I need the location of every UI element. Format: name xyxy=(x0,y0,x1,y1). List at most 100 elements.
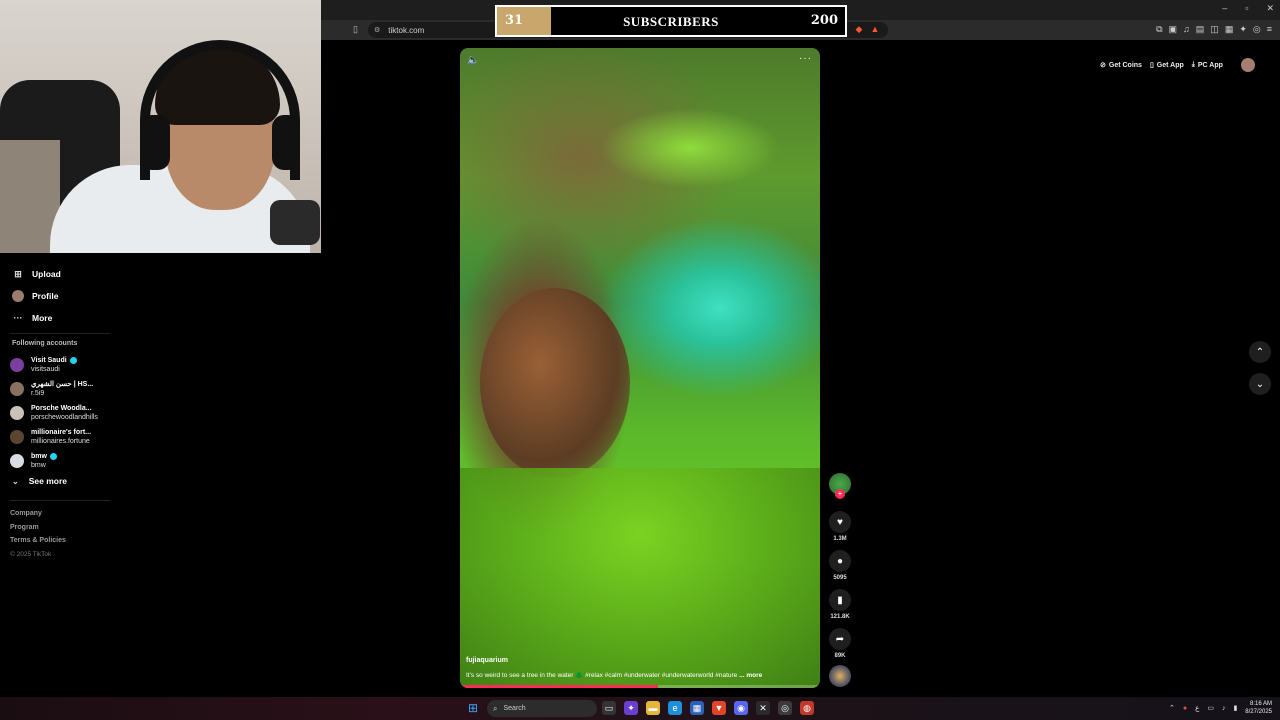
screenshot-icon[interactable]: ▣ xyxy=(1169,24,1178,35)
video-progress-bar[interactable] xyxy=(460,685,820,688)
footer-link-terms[interactable]: Terms & Policies xyxy=(10,537,66,551)
network-icon[interactable]: ▭ xyxy=(1207,704,1214,712)
file-explorer-icon[interactable]: ▬ xyxy=(646,701,660,715)
extensions-icon[interactable]: ⧉ xyxy=(1156,24,1162,35)
video-author[interactable]: fujiaquarium xyxy=(466,657,508,664)
sidebar-icon[interactable]: ▤ xyxy=(1196,24,1205,35)
brave-rewards-icon[interactable]: ▲ xyxy=(870,24,879,35)
caption-more-link[interactable]: ... more xyxy=(739,672,762,679)
share-button[interactable]: ➦ 89K xyxy=(829,628,851,659)
creator-avatar[interactable]: + xyxy=(829,473,851,499)
minimize-button[interactable]: – xyxy=(1222,3,1227,14)
profile-avatar[interactable] xyxy=(1240,58,1255,72)
phone-icon: ▯ xyxy=(1149,62,1154,69)
brave-icon[interactable]: ▼ xyxy=(712,701,726,715)
footer-link-company[interactable]: Company xyxy=(10,510,66,524)
edge-icon[interactable]: e xyxy=(668,701,682,715)
heart-icon: ♥ xyxy=(829,511,851,533)
following-account[interactable]: Porsche Woodla... porschewoodlandhills xyxy=(10,401,98,425)
chevron-down-icon: ⌄ xyxy=(12,476,19,486)
vpn-icon[interactable]: ◎ xyxy=(1253,24,1261,35)
taskbar-clock[interactable]: 8:16 AM 8/27/2025 xyxy=(1245,700,1272,716)
get-coins-button[interactable]: ⊘ Get Coins xyxy=(1100,61,1142,70)
chevron-up-icon: ⌃ xyxy=(1255,346,1265,358)
pc-app-button[interactable]: ⤓ PC App xyxy=(1192,61,1223,69)
sidebar-footer: Company Program Terms & Policies © 2025 … xyxy=(10,510,66,564)
next-video-button[interactable]: ⌄ xyxy=(1249,373,1271,395)
video-caption-text: It's so weird to see a tree in the water… xyxy=(466,672,738,679)
bookmark-icon[interactable]: ▯ xyxy=(353,24,358,35)
following-account[interactable]: Visit Saudi visitsaudi xyxy=(10,353,98,377)
music-disc-icon[interactable] xyxy=(829,665,851,687)
restore-button[interactable]: ▫ xyxy=(1245,3,1248,14)
subscriber-target: 200 xyxy=(810,13,838,28)
clock-time: 8:16 AM xyxy=(1249,701,1272,707)
following-accounts-list: Visit Saudi visitsaudi حسن الشهري | HS..… xyxy=(10,353,98,473)
windows-start-icon[interactable]: ⊞ xyxy=(468,701,478,715)
webcam-feed xyxy=(0,0,321,253)
system-tray: ⌃ ● ع ▭ ♪ ▮ 8:16 AM 8/27/2025 xyxy=(1169,700,1272,716)
account-avatar xyxy=(10,406,24,420)
microphone-icon xyxy=(270,200,320,245)
address-url: tiktok.com xyxy=(388,25,425,35)
more-options-icon[interactable]: ··· xyxy=(799,53,812,64)
account-avatar xyxy=(10,358,24,372)
like-count: 1.3M xyxy=(833,536,847,542)
account-handle: millionaires.fortune xyxy=(31,438,90,445)
music-icon[interactable]: ♫ xyxy=(1183,24,1190,35)
chrome-icon[interactable]: ◍ xyxy=(800,701,814,715)
following-account[interactable]: millionaire's fort... millionaires.fortu… xyxy=(10,425,98,449)
taskbar-apps: ▭ ✦ ▬ e ▦ ▼ ◉ ✕ ◎ ◍ xyxy=(602,701,814,715)
footer-link-program[interactable]: Program xyxy=(10,524,66,538)
sidebar-item-upload[interactable]: ⊞ Upload xyxy=(12,263,61,285)
tray-chevron-icon[interactable]: ⌃ xyxy=(1169,704,1175,712)
speaker-icon[interactable]: ♪ xyxy=(1222,705,1226,712)
subscriber-title: SUBSCRIBERS xyxy=(623,14,719,29)
battery-icon[interactable]: ▮ xyxy=(1233,704,1237,712)
terminal-icon[interactable]: ✕ xyxy=(756,701,770,715)
search-icon: ⌕ xyxy=(493,703,498,713)
chevron-down-icon: ⌄ xyxy=(1255,378,1265,390)
account-handle: visitsaudi xyxy=(31,366,60,373)
split-view-icon[interactable]: ◫ xyxy=(1210,24,1219,35)
video-player[interactable]: 🔈 ··· fujiaquarium It's so weird to see … xyxy=(460,48,820,688)
get-app-button[interactable]: ▯ Get App xyxy=(1149,61,1184,70)
see-more-button[interactable]: ⌄ See more xyxy=(12,476,67,486)
site-info-icon[interactable]: ⚙ xyxy=(374,26,380,34)
account-handle: porschewoodlandhills xyxy=(31,414,98,421)
comment-button[interactable]: ● 5095 xyxy=(829,550,851,581)
action-rail: + ♥ 1.3M ● 5095 ▮ 121.8K ➦ 89K xyxy=(829,473,851,687)
wallet-icon[interactable]: ▦ xyxy=(1225,24,1234,35)
leo-icon[interactable]: ✦ xyxy=(1239,24,1247,35)
account-avatar xyxy=(10,454,24,468)
brave-shields-icon[interactable]: ◆ xyxy=(856,24,863,35)
previous-video-button[interactable]: ⌃ xyxy=(1249,341,1271,363)
account-avatar xyxy=(10,382,24,396)
account-name: Visit Saudi xyxy=(31,357,67,364)
input-language[interactable]: ع xyxy=(1195,704,1199,712)
subscriber-goal-bar: 31 SUBSCRIBERS 200 xyxy=(495,5,847,37)
mic-tray-icon[interactable]: ● xyxy=(1183,705,1187,712)
menu-icon[interactable]: ≡ xyxy=(1267,24,1272,35)
like-button[interactable]: ♥ 1.3M xyxy=(829,511,851,542)
copilot-icon[interactable]: ✦ xyxy=(624,701,638,715)
save-button[interactable]: ▮ 121.8K xyxy=(829,589,851,620)
get-coins-label: Get Coins xyxy=(1108,61,1142,69)
following-account[interactable]: bmw bmw xyxy=(10,449,98,473)
follow-plus-icon[interactable]: + xyxy=(835,489,845,499)
sidebar-item-more[interactable]: ··· More xyxy=(12,307,61,329)
close-button[interactable]: ✕ xyxy=(1266,3,1274,14)
discord-icon[interactable]: ◉ xyxy=(734,701,748,715)
task-view-icon[interactable]: ▭ xyxy=(602,701,616,715)
store-icon[interactable]: ▦ xyxy=(690,701,704,715)
account-name: millionaire's fort... xyxy=(31,429,92,436)
share-arrow-icon: ➦ xyxy=(829,628,851,650)
obs-icon[interactable]: ◎ xyxy=(778,701,792,715)
sidebar-item-profile[interactable]: Profile xyxy=(12,285,61,307)
volume-icon[interactable]: 🔈 xyxy=(467,55,479,66)
comment-icon: ● xyxy=(829,550,851,572)
following-account[interactable]: حسن الشهري | HS... r.5i9 xyxy=(10,377,98,401)
taskbar-search[interactable]: ⌕ Search xyxy=(487,700,597,717)
video-caption: It's so weird to see a tree in the water… xyxy=(466,671,816,679)
window-controls: – ▫ ✕ xyxy=(1222,3,1274,14)
